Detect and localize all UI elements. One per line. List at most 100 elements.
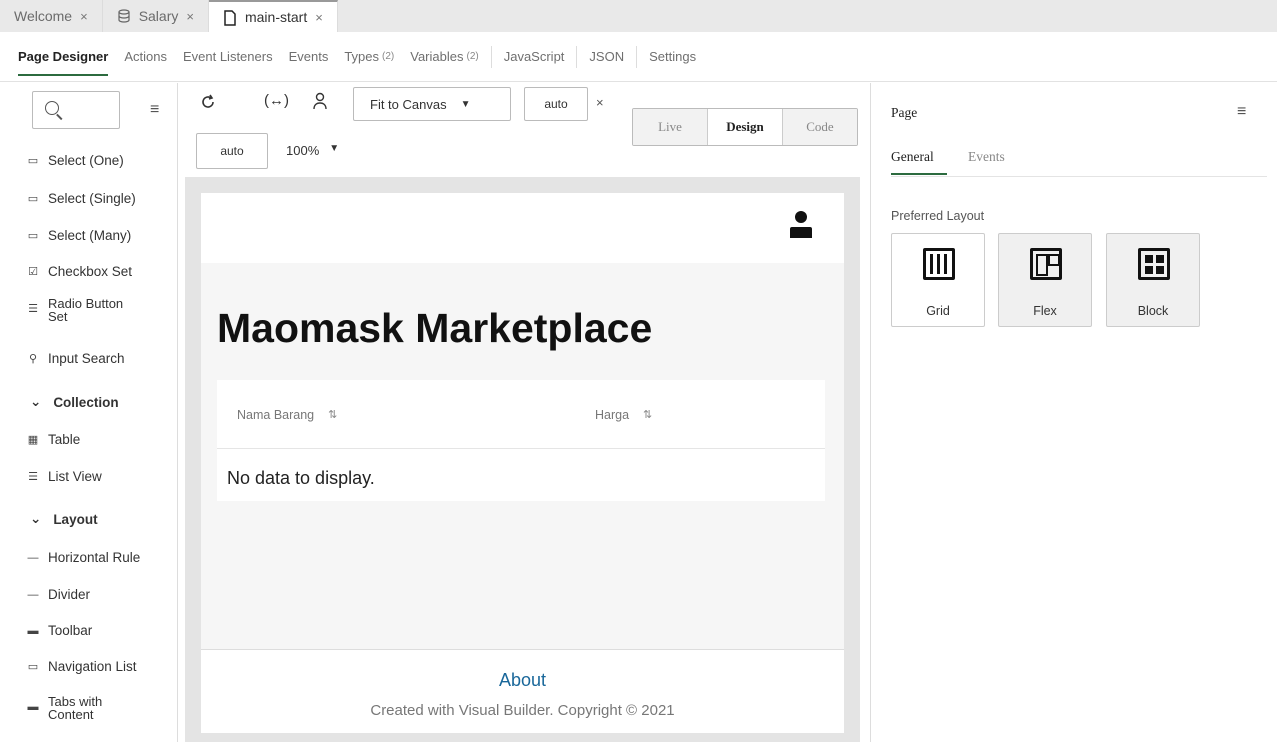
divider-icon: — [27, 588, 39, 601]
tab-javascript[interactable]: JavaScript [496, 32, 573, 82]
tab-events[interactable]: Events [281, 32, 337, 82]
palette-item-checkbox-set[interactable]: ☑ Checkbox Set [26, 264, 132, 279]
palette-item-select-one[interactable]: ▭ Select (One) [26, 153, 124, 168]
file-tab-label: main-start [244, 9, 308, 25]
designer-tab-bar: Page Designer Actions Event Listeners Ev… [0, 32, 1277, 82]
mode-live-button[interactable]: Live [633, 109, 707, 145]
layout-flex-button[interactable]: Flex [998, 233, 1092, 327]
mode-code-button[interactable]: Code [783, 109, 857, 145]
canvas-width-input[interactable]: auto [524, 87, 588, 121]
divider [636, 45, 638, 68]
layout-grid-button[interactable]: Grid [891, 233, 985, 327]
palette-item-toolbar[interactable]: ▬ Toolbar [26, 623, 93, 638]
palette-item-select-single[interactable]: ▭ Select (Single) [26, 191, 136, 206]
palette-item-tabs-with-content[interactable]: ▬ Tabs with Content [26, 695, 103, 721]
table-icon: ▦ [27, 433, 39, 446]
label-line: Set [48, 309, 68, 324]
page-preview[interactable]: Maomask Marketplace Nama Barang ⇅ Harga … [201, 193, 844, 733]
tab-json[interactable]: JSON [581, 32, 632, 82]
tab-types[interactable]: Types (2) [336, 32, 402, 82]
tab-settings[interactable]: Settings [641, 32, 704, 82]
page-title[interactable]: Maomask Marketplace [217, 305, 652, 352]
palette-item-label: Toolbar [48, 623, 93, 638]
page-header[interactable] [201, 193, 844, 263]
select-many-icon: ▭ [27, 229, 39, 242]
palette-item-horizontal-rule[interactable]: — Horizontal Rule [26, 550, 141, 565]
close-icon[interactable]: × [596, 95, 604, 110]
component-palette: ≡ ▭ Select (One) ▭ Select (Single) ▭ Sel… [0, 83, 178, 742]
tab-events[interactable]: Events [968, 149, 1005, 165]
avatar-body [790, 227, 812, 238]
palette-item-list-view[interactable]: ☰ List View [26, 469, 102, 484]
column-label: Nama Barang [237, 408, 315, 422]
canvas-height-input[interactable]: auto [196, 133, 268, 169]
palette-item-label: Checkbox Set [48, 264, 133, 279]
palette-item-divider[interactable]: — Divider [26, 587, 91, 602]
search-icon [45, 101, 59, 115]
close-icon[interactable]: × [80, 9, 88, 24]
caret-down-icon: ▼ [329, 143, 340, 154]
sort-icon[interactable]: ⇅ [643, 408, 652, 422]
horizontal-rule-icon: — [27, 551, 39, 564]
palette-search-input[interactable] [32, 91, 120, 129]
file-tab-main-start[interactable]: main-start × [208, 0, 338, 32]
close-icon[interactable]: × [315, 10, 323, 25]
file-tab-welcome[interactable]: Welcome × [0, 0, 103, 32]
tab-types-count: (2) [382, 51, 395, 62]
layout-label: Block [1137, 304, 1169, 318]
palette-item-table[interactable]: ▦ Table [26, 432, 80, 447]
tab-actions[interactable]: Actions [116, 32, 175, 82]
layout-block-button[interactable]: Block [1106, 233, 1200, 327]
group-label: Collection [53, 394, 119, 410]
palette-item-radio-button-set[interactable]: ☰ Radio Button Set [26, 297, 123, 323]
page-footer[interactable]: About Created with Visual Builder. Copyr… [201, 649, 844, 733]
database-icon [117, 9, 131, 23]
column-header-nama-barang[interactable]: Nama Barang ⇅ [237, 408, 337, 422]
label-line: Content [48, 707, 94, 722]
file-tab-salary[interactable]: Salary × [103, 0, 209, 32]
refresh-icon[interactable] [200, 94, 216, 115]
tab-general[interactable]: General [891, 149, 934, 165]
flex-layout-icon [1030, 248, 1062, 280]
toolbar-icon: ▬ [27, 624, 39, 637]
palette-group-layout[interactable]: ⌄ Layout [30, 511, 98, 527]
tab-variables-count: (2) [466, 51, 479, 62]
expand-horizontal-icon[interactable]: (↔) [264, 92, 289, 109]
divider [490, 45, 492, 68]
tab-page-designer[interactable]: Page Designer [10, 32, 116, 82]
column-header-harga[interactable]: Harga ⇅ [595, 408, 652, 422]
tab-divider [891, 176, 1267, 177]
palette-item-select-many[interactable]: ▭ Select (Many) [26, 228, 131, 243]
table-header-row: Nama Barang ⇅ Harga ⇅ [217, 380, 825, 449]
user-icon[interactable] [312, 92, 328, 115]
user-avatar-icon[interactable] [790, 211, 812, 241]
palette-item-label: Navigation List [48, 659, 137, 674]
tab-event-listeners[interactable]: Event Listeners [175, 32, 281, 82]
fit-to-canvas-select[interactable]: Fit to Canvas ▼ [353, 87, 511, 121]
palette-item-input-search[interactable]: ⚲ Input Search [26, 351, 125, 366]
page-icon [223, 10, 237, 26]
properties-panel: Page ≡ General Events Preferred Layout G… [870, 83, 1277, 742]
tab-variables-label: Variables [410, 49, 464, 64]
file-tab-label: Welcome [14, 8, 73, 24]
radio-set-icon: ☰ [28, 303, 38, 315]
hamburger-menu-icon[interactable]: ≡ [150, 101, 162, 119]
palette-item-label: Select (Many) [48, 228, 132, 243]
close-icon[interactable]: × [186, 9, 194, 24]
palette-group-collection[interactable]: ⌄ Collection [30, 394, 119, 410]
avatar-head [795, 211, 807, 223]
select-icon: ▭ [27, 192, 39, 205]
data-table[interactable]: Nama Barang ⇅ Harga ⇅ No data to display… [217, 380, 825, 501]
hamburger-menu-icon[interactable]: ≡ [1237, 103, 1246, 121]
mode-design-button[interactable]: Design [707, 109, 783, 145]
palette-item-navigation-list[interactable]: ▭ Navigation List [26, 659, 137, 674]
sort-icon[interactable]: ⇅ [328, 408, 337, 422]
palette-item-label: Tabs with Content [48, 695, 102, 721]
tab-variables[interactable]: Variables (2) [402, 32, 486, 82]
palette-item-label: Horizontal Rule [48, 550, 141, 565]
zoom-select[interactable]: 100% ▼ [286, 143, 339, 158]
about-link[interactable]: About [201, 670, 844, 691]
palette-item-label: Divider [48, 587, 91, 602]
chevron-down-icon: ⌄ [30, 394, 42, 409]
checkbox-set-icon: ☑ [28, 265, 38, 278]
